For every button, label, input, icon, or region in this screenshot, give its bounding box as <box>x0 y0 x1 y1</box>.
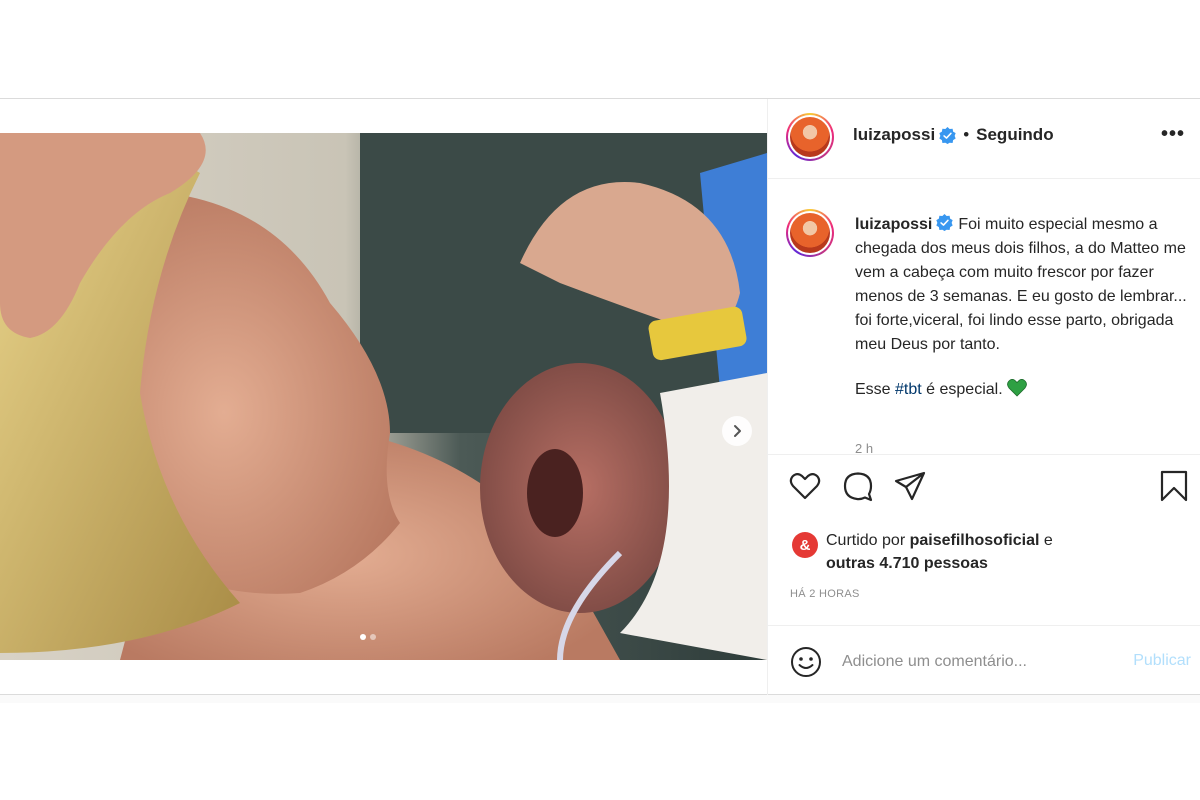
likes-summary: & Curtido por paisefilhosoficial e outra… <box>792 529 1053 575</box>
page-footer-strip <box>0 695 1200 703</box>
caption-line-suffix: é especial. <box>921 381 1003 398</box>
more-options-button[interactable]: ••• <box>1161 123 1185 146</box>
post-header: luizapossi • Seguindo ••• <box>768 99 1200 179</box>
author-avatar[interactable] <box>786 113 834 161</box>
carousel-dot-1 <box>360 634 366 640</box>
avatar-image <box>790 117 830 157</box>
post-caption: luizapossi Foi muito especial mesmo a ch… <box>855 213 1193 402</box>
following-button[interactable]: Seguindo <box>976 125 1053 145</box>
caption-author-avatar[interactable] <box>786 209 834 257</box>
emoji-smiley-icon[interactable] <box>789 645 823 679</box>
chevron-right-icon <box>734 425 741 437</box>
author-username[interactable]: luizapossi <box>853 125 935 145</box>
likes-text: Curtido por paisefilhosoficial e outras … <box>826 529 1053 575</box>
verified-badge-icon <box>936 214 954 231</box>
likes-middle: e <box>1039 532 1053 549</box>
instagram-post: luizapossi • Seguindo ••• luizapossi Foi… <box>0 98 1200 696</box>
header-separator: • <box>963 125 970 144</box>
carousel-indicator <box>360 634 376 640</box>
action-bar <box>768 469 1200 513</box>
heart-outline-icon[interactable] <box>788 469 822 503</box>
green-heart-icon <box>1007 379 1027 397</box>
next-photo-button[interactable] <box>722 416 752 446</box>
liker-username[interactable]: paisefilhosoficial <box>910 532 1040 549</box>
likes-prefix: Curtido por <box>826 532 910 549</box>
author-row: luizapossi • Seguindo <box>853 125 1054 145</box>
paper-plane-icon[interactable] <box>893 469 927 503</box>
caption-time: 2 h <box>855 441 874 455</box>
post-timestamp[interactable]: HÁ 2 HORAS <box>790 588 860 600</box>
post-photo[interactable] <box>0 133 767 660</box>
comment-input[interactable] <box>842 648 1092 676</box>
carousel-dot-2 <box>370 634 376 640</box>
caption-username[interactable]: luizapossi <box>855 216 932 233</box>
comment-bubble-icon[interactable] <box>841 469 875 503</box>
caption-line-prefix: Esse <box>855 381 896 398</box>
caption-text: Foi muito especial mesmo a chegada dos m… <box>855 216 1187 353</box>
liker-avatar[interactable]: & <box>792 532 818 558</box>
verified-badge-icon <box>939 126 956 144</box>
caption-area: luizapossi Foi muito especial mesmo a ch… <box>768 179 1200 455</box>
comment-box: Publicar <box>768 625 1200 696</box>
photo-mother-newborn <box>0 133 767 660</box>
likes-others-link[interactable]: outras 4.710 pessoas <box>826 555 988 572</box>
bookmark-icon[interactable] <box>1157 469 1191 503</box>
post-side-panel: luizapossi • Seguindo ••• luizapossi Foi… <box>767 99 1200 696</box>
hashtag-link[interactable]: #tbt <box>895 381 922 398</box>
avatar-image <box>790 213 830 253</box>
publish-button[interactable]: Publicar <box>1133 652 1191 670</box>
